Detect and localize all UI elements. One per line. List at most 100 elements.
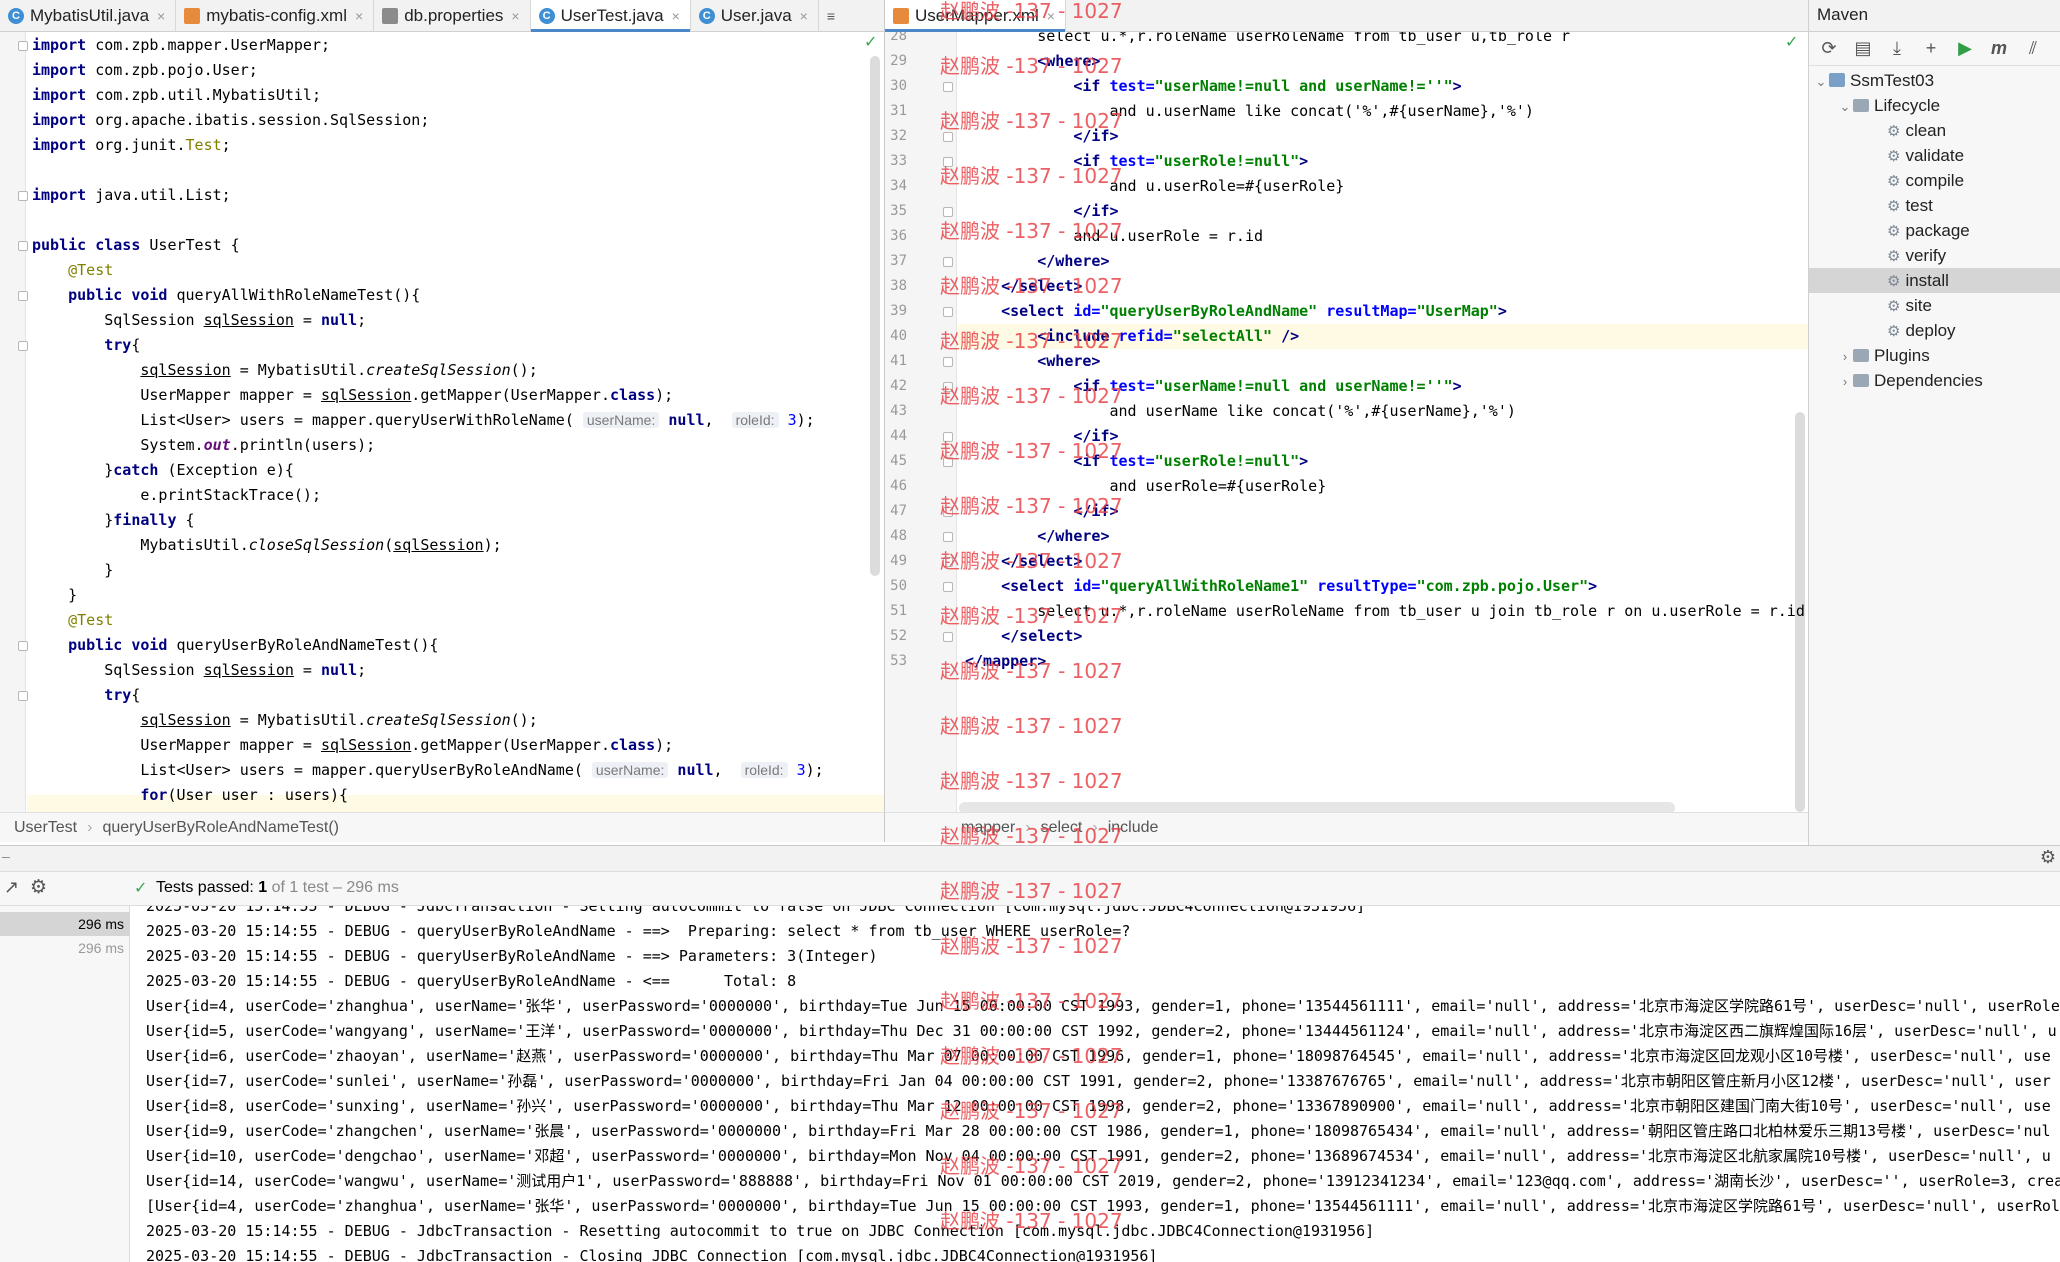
tree-goal-package[interactable]: ⚙ package [1809, 218, 2060, 243]
chevron-down-icon[interactable]: ⌄ [1813, 69, 1829, 94]
close-icon[interactable]: × [355, 8, 363, 24]
tab-left-1[interactable]: mybatis-config.xml × [176, 0, 375, 31]
tree-goal-test[interactable]: ⚙ test [1809, 193, 2060, 218]
left-code-editor[interactable]: ✓ import com.zpb.mapper.UserMapper; impor… [0, 32, 884, 812]
breadcrumb-class[interactable]: UserTest [14, 813, 77, 843]
code-line[interactable]: MybatisUtil.closeSqlSession(sqlSession); [32, 533, 501, 558]
close-icon[interactable]: × [511, 8, 519, 24]
tab-left-3[interactable]: C UserTest.java × [530, 0, 691, 32]
fold-marker-icon[interactable] [943, 82, 953, 92]
code-line[interactable]: import java.util.List; [32, 183, 231, 208]
fold-marker-icon[interactable] [18, 191, 28, 201]
fold-marker-icon[interactable] [943, 357, 953, 367]
code-line[interactable]: <select id="queryAllWithRoleName1" resul… [965, 574, 1597, 599]
tree-project[interactable]: ⌄ SsmTest03 [1809, 68, 2060, 93]
right-horizontal-scrollbar[interactable] [959, 802, 1675, 812]
toggle-offline-icon[interactable]: ⫽ [2021, 37, 2045, 61]
code-line[interactable]: </where> [965, 249, 1109, 274]
run-icon[interactable]: ▶ [1953, 37, 1977, 61]
code-line[interactable]: </where> [965, 524, 1109, 549]
code-line[interactable]: } [32, 583, 77, 608]
fold-marker-icon[interactable] [18, 41, 28, 51]
fold-marker-icon[interactable] [18, 291, 28, 301]
chevron-right-icon[interactable]: › [1837, 344, 1853, 369]
tree-goal-deploy[interactable]: ⚙ deploy [1809, 318, 2060, 343]
tree-goal-clean[interactable]: ⚙ clean [1809, 118, 2060, 143]
left-vertical-scrollbar[interactable] [870, 56, 880, 576]
code-line[interactable]: </mapper> [965, 649, 1046, 674]
inspection-ok-icon[interactable]: ✓ [864, 32, 877, 52]
code-line[interactable]: </select> [965, 624, 1082, 649]
code-line[interactable]: <if test="userName!=null and userName!='… [965, 74, 1461, 99]
settings-gear-icon[interactable]: ⚙ [2040, 847, 2056, 868]
code-line[interactable]: sqlSession = MybatisUtil.createSqlSessio… [32, 708, 537, 733]
code-line[interactable]: }catch (Exception e){ [32, 458, 294, 483]
code-line[interactable]: public void queryAllWithRoleNameTest(){ [32, 283, 420, 308]
code-line[interactable]: <include refid="selectAll" /> [965, 324, 1299, 349]
fold-marker-icon[interactable] [943, 632, 953, 642]
code-line[interactable]: public class UserTest { [32, 233, 240, 258]
code-line[interactable]: <if test="userName!=null and userName!='… [965, 374, 1461, 399]
fold-marker-icon[interactable] [943, 132, 953, 142]
code-line[interactable]: </select> [965, 274, 1082, 299]
fold-marker-icon[interactable] [943, 507, 953, 517]
breadcrumb-mapper[interactable]: mapper [961, 813, 1015, 843]
tree-goal-compile[interactable]: ⚙ compile [1809, 168, 2060, 193]
code-line[interactable]: import com.zpb.mapper.UserMapper; [32, 33, 330, 58]
reload-icon[interactable]: ⟳ [1817, 37, 1841, 61]
code-line[interactable]: </if> [965, 124, 1118, 149]
code-line[interactable]: <where> [965, 349, 1100, 374]
tree-plugins[interactable]: › Plugins [1809, 343, 2060, 368]
fold-marker-icon[interactable] [18, 241, 28, 251]
fold-marker-icon[interactable] [943, 207, 953, 217]
code-line[interactable]: </if> [965, 424, 1118, 449]
code-line[interactable]: try{ [32, 683, 140, 708]
tree-lifecycle[interactable]: ⌄ Lifecycle [1809, 93, 2060, 118]
code-line[interactable]: sqlSession = MybatisUtil.createSqlSessio… [32, 358, 537, 383]
tab-left-0[interactable]: C MybatisUtil.java × [0, 0, 177, 31]
code-line[interactable]: <select id="queryUserByRoleAndName" resu… [965, 299, 1507, 324]
chevron-down-icon[interactable]: ⌄ [1837, 94, 1853, 119]
more-tabs-icon[interactable]: ≡ [819, 0, 843, 31]
settings-gear-icon[interactable]: ⚙ [30, 876, 47, 899]
code-line[interactable]: } [32, 558, 113, 583]
code-line[interactable]: @Test [32, 258, 113, 283]
code-line[interactable]: and u.userRole=#{userRole} [965, 174, 1344, 199]
code-line[interactable]: UserMapper mapper = sqlSession.getMapper… [32, 733, 673, 758]
inspection-ok-icon[interactable]: ✓ [1785, 32, 1798, 52]
fold-marker-icon[interactable] [943, 457, 953, 467]
code-line[interactable]: and userRole=#{userRole} [965, 474, 1326, 499]
code-line[interactable]: for(User user : users){ [32, 783, 348, 808]
code-line[interactable]: <if test="userRole!=null"> [965, 449, 1308, 474]
code-line[interactable]: import com.zpb.util.MybatisUtil; [32, 83, 321, 108]
tab-right-0[interactable]: UserMapper.xml × [885, 0, 1066, 32]
breadcrumb-include[interactable]: include [1108, 813, 1159, 843]
test-duration[interactable]: 296 ms [0, 936, 130, 960]
code-line[interactable]: and u.userRole = r.id [965, 224, 1263, 249]
code-line[interactable]: e.printStackTrace(); [32, 483, 321, 508]
code-line[interactable]: <if test="userRole!=null"> [965, 149, 1308, 174]
fold-marker-icon[interactable] [18, 691, 28, 701]
close-icon[interactable]: × [800, 8, 808, 24]
tab-left-2[interactable]: db.properties × [374, 0, 531, 31]
fold-marker-icon[interactable] [943, 557, 953, 567]
test-tree[interactable]: 296 ms 296 ms [0, 906, 130, 1262]
maven-goal-icon[interactable]: m [1987, 37, 2011, 61]
fold-marker-icon[interactable] [18, 341, 28, 351]
tree-goal-site[interactable]: ⚙ site [1809, 293, 2060, 318]
minimize-icon[interactable]: – [2, 848, 10, 864]
code-line[interactable]: }finally { [32, 508, 194, 533]
code-line[interactable]: System.out.println(users); [32, 433, 375, 458]
fold-marker-icon[interactable] [943, 257, 953, 267]
fold-marker-icon[interactable] [943, 432, 953, 442]
generate-sources-icon[interactable]: ▤ [1851, 37, 1875, 61]
code-line[interactable]: List<User> users = mapper.queryUserWithR… [32, 408, 814, 433]
fold-marker-icon[interactable] [943, 157, 953, 167]
code-line[interactable]: public void queryUserByRoleAndNameTest()… [32, 633, 438, 658]
code-line[interactable]: </if> [965, 499, 1118, 524]
code-line[interactable]: SqlSession sqlSession = null; [32, 658, 366, 683]
test-duration[interactable]: 296 ms [0, 912, 130, 936]
code-line[interactable]: import com.zpb.pojo.User; [32, 58, 258, 83]
fold-marker-icon[interactable] [943, 532, 953, 542]
code-line[interactable]: UserMapper mapper = sqlSession.getMapper… [32, 383, 673, 408]
